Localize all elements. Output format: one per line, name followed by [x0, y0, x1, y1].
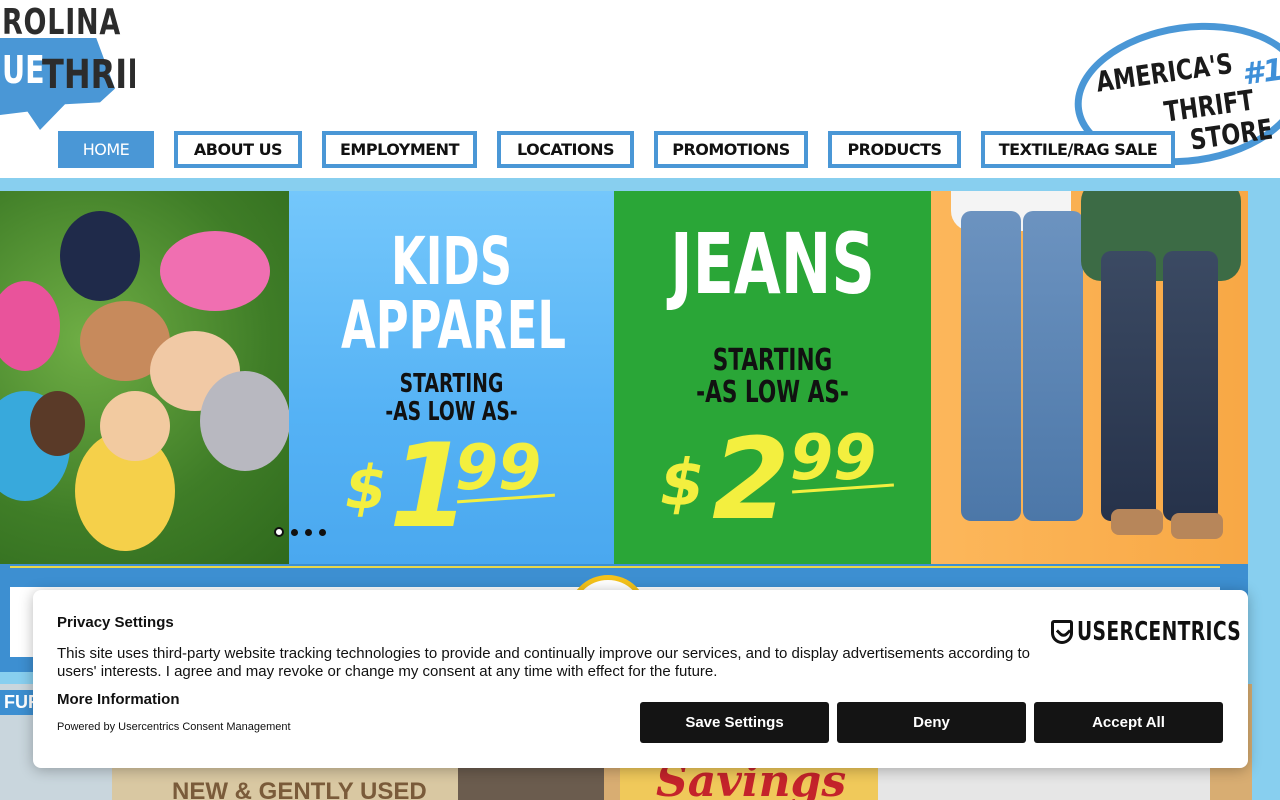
- logo-line2-right: THRIFT: [42, 52, 135, 98]
- jeans-price-cents: 99: [790, 421, 877, 494]
- usercentrics-wordmark: USERCENTRICS: [1077, 617, 1242, 647]
- logo-line2-left: UE: [2, 48, 45, 92]
- child-figure: [60, 211, 140, 301]
- consent-title: Privacy Settings: [57, 614, 174, 631]
- kids-apparel-panel[interactable]: KIDS APPAREL STARTING -AS LOW AS- $ 1 99: [289, 191, 614, 564]
- jeans-price-main: 2: [712, 415, 790, 545]
- kids-headline-2: APPAREL: [341, 287, 566, 364]
- slider-dot-4[interactable]: [319, 528, 326, 536]
- nav-about-us[interactable]: ABOUT US: [174, 131, 302, 168]
- nav-home[interactable]: HOME: [58, 131, 154, 168]
- child-figure: [160, 231, 270, 311]
- jeans-headline: JEANS: [670, 215, 875, 313]
- jeans-sub-2: -AS LOW AS-: [696, 375, 849, 410]
- jeans-price-dollar: $: [660, 447, 705, 521]
- nav-textile-rag-sale[interactable]: TEXTILE/RAG SALE: [981, 131, 1175, 168]
- child-face: [30, 391, 85, 456]
- jeans-photo: [931, 191, 1248, 564]
- kids-photo: [0, 191, 289, 564]
- site-header: ROLINA UE THRIFT AMERICA'S THRIFT STORE …: [0, 0, 1280, 180]
- accept-all-button[interactable]: Accept All: [1034, 702, 1223, 743]
- info-strip-line: [10, 566, 1220, 568]
- slider-dot-2[interactable]: [291, 528, 298, 536]
- consent-body: This site uses third-party website track…: [57, 645, 1030, 680]
- nav-locations[interactable]: LOCATIONS: [497, 131, 634, 168]
- slider-dot-1[interactable]: [274, 527, 284, 537]
- header-divider: [0, 178, 1280, 192]
- child-face: [100, 391, 170, 461]
- usercentrics-logo: USERCENTRICS: [1051, 617, 1280, 647]
- save-settings-button[interactable]: Save Settings: [640, 702, 829, 743]
- kids-price-cents: 99: [455, 431, 542, 504]
- nav-promotions[interactable]: PROMOTIONS: [654, 131, 808, 168]
- shoe: [1171, 513, 1223, 539]
- kids-price-dollar: $: [345, 453, 387, 523]
- category-card-new-used-label: NEW & GENTLY USED: [172, 778, 427, 800]
- jeans-leg: [1101, 251, 1156, 521]
- privacy-consent-banner: Privacy Settings This site uses third-pa…: [33, 590, 1248, 768]
- site-logo[interactable]: ROLINA UE THRIFT: [0, 0, 135, 135]
- nav-products[interactable]: PRODUCTS: [828, 131, 961, 168]
- child-figure: [200, 371, 289, 471]
- jeans-leg: [1023, 211, 1083, 521]
- shoe: [1111, 509, 1163, 535]
- kids-sub-1: STARTING: [399, 369, 504, 399]
- jeans-panel[interactable]: JEANS STARTING -AS LOW AS- $ 2 99: [614, 191, 931, 564]
- nav-employment[interactable]: EMPLOYMENT: [322, 131, 477, 168]
- shield-check-icon: [1051, 620, 1073, 644]
- hero-slider[interactable]: KIDS APPAREL STARTING -AS LOW AS- $ 1 99…: [0, 191, 1248, 564]
- jeans-leg: [1163, 251, 1218, 521]
- deny-button[interactable]: Deny: [837, 702, 1026, 743]
- powered-by-text: Powered by Usercentrics Consent Manageme…: [57, 721, 291, 733]
- badge-rank: #1: [1240, 52, 1280, 93]
- child-figure: [0, 281, 60, 371]
- more-information-link[interactable]: More Information: [57, 691, 180, 708]
- kids-headline-1: KIDS: [390, 223, 513, 300]
- slider-dot-3[interactable]: [305, 528, 312, 536]
- jeans-leg: [961, 211, 1021, 521]
- logo-line1: ROLINA: [2, 2, 121, 43]
- slider-dots: [274, 527, 326, 537]
- jeans-sub-1: STARTING: [712, 343, 833, 378]
